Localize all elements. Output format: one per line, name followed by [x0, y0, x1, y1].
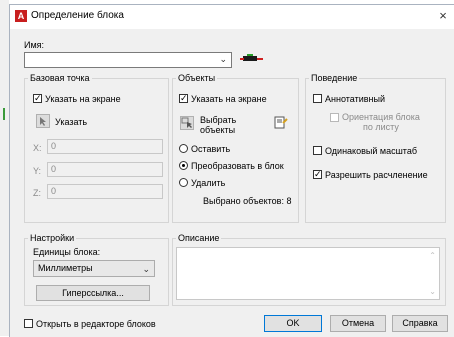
pick-point-button[interactable]: Указать	[55, 117, 87, 127]
close-button[interactable]: ×	[434, 7, 452, 25]
uniform-scale-label: Одинаковый масштаб	[325, 146, 417, 156]
convert-to-block-label: Преобразовать в блок	[191, 161, 284, 171]
help-button[interactable]: Справка	[392, 315, 448, 332]
scroll-up-icon[interactable]: ⌃	[429, 251, 436, 260]
block-units-value: Миллиметры	[38, 263, 93, 273]
match-orientation-checkbox[interactable]	[330, 113, 339, 122]
select-objects-label-line1: Выбрать	[200, 115, 237, 125]
match-orientation-label: Ориентация блока по листу	[342, 112, 420, 132]
background-marker	[3, 108, 5, 120]
z-label: Z:	[33, 188, 41, 198]
retain-label: Оставить	[191, 144, 231, 154]
ok-button[interactable]: OK	[264, 315, 322, 332]
y-field[interactable]: 0	[47, 162, 163, 177]
z-field[interactable]: 0	[47, 184, 163, 199]
block-units-select[interactable]: Миллиметры ⌄	[33, 260, 155, 277]
x-field[interactable]: 0	[47, 139, 163, 154]
match-orientation-line2: по листу	[362, 122, 399, 132]
chevron-down-icon[interactable]: ⌄	[142, 262, 150, 277]
block-preview-icon	[240, 52, 264, 66]
base-point-group-title: Базовая точка	[28, 73, 92, 83]
y-label: Y:	[33, 166, 42, 176]
delete-radio[interactable]	[179, 178, 188, 187]
quick-select-icon[interactable]	[274, 116, 288, 130]
scroll-down-icon[interactable]: ⌄	[429, 287, 436, 296]
base-specify-on-screen-label: Указать на экране	[45, 94, 121, 104]
hyperlink-button[interactable]: Гиперссылка...	[36, 285, 150, 301]
settings-group-title: Настройки	[28, 233, 77, 243]
x-label: X:	[33, 143, 42, 153]
convert-to-block-radio[interactable]	[179, 161, 188, 170]
delete-label: Удалить	[191, 178, 226, 188]
autocad-app-icon: A	[15, 10, 27, 22]
select-objects-icon[interactable]	[180, 116, 194, 130]
objects-group-title: Объекты	[176, 73, 218, 83]
objects-specify-on-screen-checkbox[interactable]: ✓	[179, 94, 188, 103]
cancel-button[interactable]: Отмена	[330, 315, 386, 332]
annotative-label: Аннотативный	[325, 94, 385, 104]
description-group-title: Описание	[176, 233, 222, 243]
pick-point-icon[interactable]	[36, 114, 50, 128]
match-orientation-line1: Ориентация блока	[342, 112, 420, 122]
description-textarea[interactable]: ⌃ ⌄	[176, 247, 440, 300]
background-window-strip	[0, 0, 9, 336]
chevron-down-icon[interactable]: ⌄	[219, 54, 227, 65]
objects-specify-on-screen-label: Указать на экране	[191, 94, 267, 104]
dialog-title: Определение блока	[31, 10, 124, 21]
select-objects-button[interactable]: Выбрать объекты	[200, 115, 236, 135]
name-label: Имя:	[24, 40, 45, 50]
annotative-checkbox[interactable]	[313, 94, 322, 103]
selected-objects-count: Выбрано объектов: 8	[203, 196, 292, 206]
allow-explode-checkbox[interactable]: ✓	[313, 170, 322, 179]
select-objects-label-line2: объекты	[200, 125, 236, 135]
base-specify-on-screen-checkbox[interactable]: ✓	[33, 94, 42, 103]
behavior-group-title: Поведение	[309, 73, 360, 83]
allow-explode-label: Разрешить расчленение	[325, 170, 428, 180]
block-units-label: Единицы блока:	[33, 247, 101, 257]
open-in-editor-checkbox[interactable]	[24, 319, 33, 328]
uniform-scale-checkbox[interactable]	[313, 146, 322, 155]
name-combobox[interactable]: ⌄	[24, 52, 232, 68]
open-in-editor-label: Открыть в редакторе блоков	[36, 319, 156, 329]
retain-radio[interactable]	[179, 144, 188, 153]
